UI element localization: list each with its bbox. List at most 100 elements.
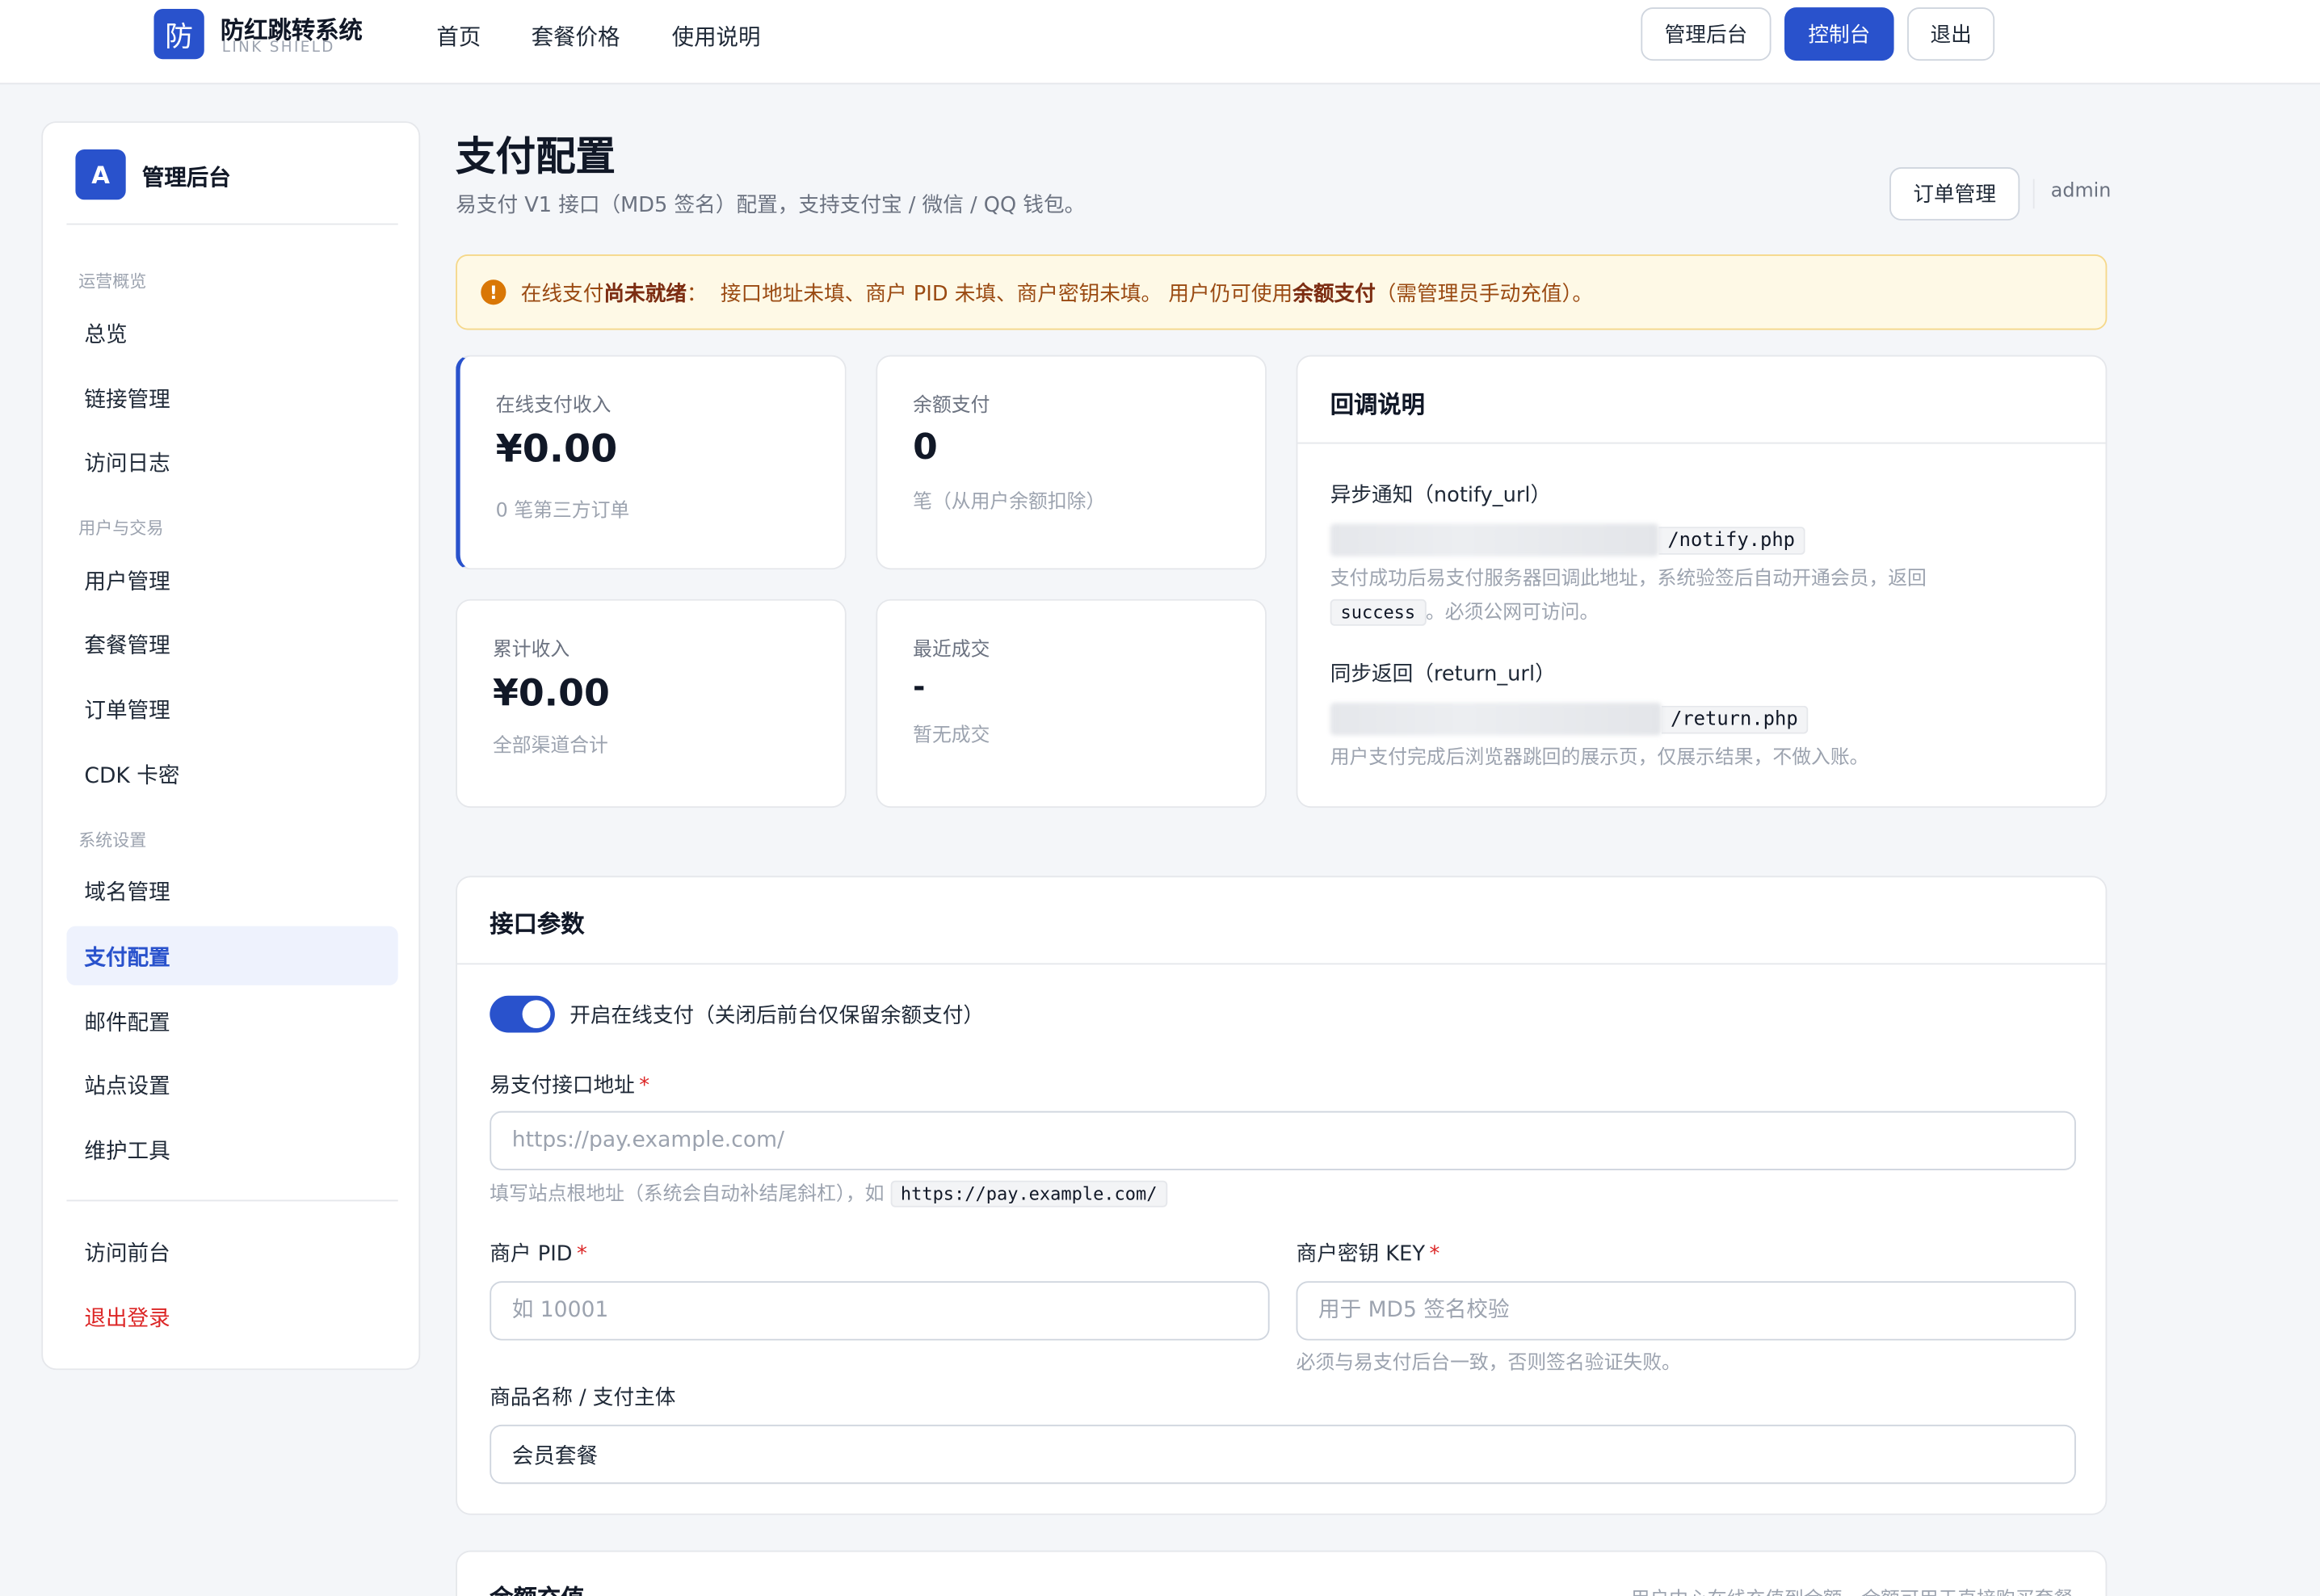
sidebar-item-payment[interactable]: 支付配置 bbox=[66, 926, 398, 985]
sidebar-item-cdk[interactable]: CDK 卡密 bbox=[66, 744, 397, 803]
label-text: 商户 PID bbox=[490, 1242, 573, 1266]
sidebar-group-system: 系统设置 bbox=[78, 830, 147, 851]
section-divider bbox=[456, 963, 2106, 965]
alert-text: （需管理员手动充值）。 bbox=[1375, 281, 1594, 306]
help-text: 填写站点根地址（系统会自动补结尾斜杠），如 bbox=[490, 1183, 885, 1206]
redacted-domain bbox=[1330, 523, 1659, 556]
alert-balance: 余额支付 bbox=[1292, 281, 1376, 306]
notify-path: /notify.php bbox=[1658, 526, 1805, 554]
sidebar-item-links[interactable]: 链接管理 bbox=[66, 368, 397, 427]
return-path: /return.php bbox=[1661, 704, 1809, 733]
toggle-knob bbox=[522, 1000, 551, 1029]
api-url-input[interactable] bbox=[490, 1111, 2076, 1170]
sidebar-item-tools[interactable]: 维护工具 bbox=[66, 1120, 397, 1179]
stat-value: - bbox=[913, 668, 926, 704]
return-url[interactable]: /return.php bbox=[1330, 703, 1809, 736]
admin-avatar: A bbox=[75, 149, 126, 200]
notify-url-label: 异步通知（notify_url） bbox=[1330, 483, 1552, 508]
notify-url[interactable]: /notify.php bbox=[1330, 523, 1805, 556]
sidebar-divider bbox=[66, 1199, 398, 1202]
key-help: 必须与易支付后台一致，否则签名验证失败。 bbox=[1296, 1352, 1681, 1375]
alert-status: 尚未就绪 bbox=[603, 281, 687, 306]
nav-pricing[interactable]: 套餐价格 bbox=[532, 21, 620, 52]
stat-label: 最近成交 bbox=[913, 639, 990, 662]
label-text: 商户密钥 KEY bbox=[1296, 1242, 1425, 1266]
sidebar-item-orders[interactable]: 订单管理 bbox=[66, 679, 397, 738]
sidebar-item-users[interactable]: 用户管理 bbox=[66, 550, 397, 609]
stat-note: 全部渠道合计 bbox=[492, 735, 608, 758]
admin-button[interactable]: 管理后台 bbox=[1641, 7, 1772, 61]
callback-title: 回调说明 bbox=[1330, 390, 1425, 419]
orders-button[interactable]: 订单管理 bbox=[1889, 166, 2020, 220]
api-params-card: 接口参数 开启在线支付（关闭后前台仅保留余额支付） 易支付接口地址* 填写站点根… bbox=[456, 876, 2108, 1515]
stat-note: 0 笔第三方订单 bbox=[495, 500, 630, 523]
balance-recharge-title: 余额充值 bbox=[490, 1578, 584, 1596]
api-url-help: 填写站点根地址（系统会自动补结尾斜杠），如 https://pay.exampl… bbox=[490, 1178, 1168, 1212]
sidebar-item-site[interactable]: 站点设置 bbox=[66, 1055, 397, 1114]
sidebar-item-overview[interactable]: 总览 bbox=[66, 303, 397, 362]
console-button[interactable]: 控制台 bbox=[1784, 7, 1894, 61]
product-name-input[interactable] bbox=[490, 1424, 2076, 1485]
stat-value: ¥0.00 bbox=[492, 671, 610, 715]
sidebar-item-frontend[interactable]: 访问前台 bbox=[66, 1222, 397, 1281]
payment-status-alert: ! 在线支付 尚未就绪： 接口地址未填、商户 PID 未填、商户密钥未填。 用户仍… bbox=[456, 254, 2108, 330]
sidebar-group-overview: 运营概览 bbox=[78, 271, 147, 292]
callback-card: 回调说明 异步通知（notify_url） /notify.php 支付成功后易… bbox=[1296, 355, 2108, 808]
return-help: 用户支付完成后浏览器跳回的展示页，仅展示结果，不做入账。 bbox=[1330, 747, 1869, 770]
page-title: 支付配置 bbox=[456, 134, 616, 181]
key-input[interactable] bbox=[1296, 1281, 2076, 1341]
brand-subtitle: LINK SHIELD bbox=[221, 40, 335, 57]
product-name-label: 商品名称 / 支付主体 bbox=[490, 1386, 676, 1410]
stat-card-online: 在线支付收入 ¥0.00 0 笔第三方订单 bbox=[456, 355, 847, 570]
stat-value: 0 bbox=[913, 426, 938, 468]
logout-button[interactable]: 退出 bbox=[1907, 7, 1995, 61]
nav-docs[interactable]: 使用说明 bbox=[672, 21, 761, 52]
redacted-domain bbox=[1330, 703, 1662, 736]
sidebar-title: 管理后台 bbox=[141, 164, 231, 191]
notify-help-text: 支付成功后易支付服务器回调此地址，系统验签后自动开通会员，返回 bbox=[1330, 568, 1927, 590]
sidebar-item-plans[interactable]: 套餐管理 bbox=[66, 614, 397, 673]
required-mark: * bbox=[577, 1242, 587, 1266]
required-mark: * bbox=[639, 1073, 650, 1098]
toggle-label: 开启在线支付（关闭后前台仅保留余额支付） bbox=[569, 1004, 985, 1029]
stat-note: 暂无成交 bbox=[913, 724, 990, 748]
sidebar-divider bbox=[66, 223, 398, 225]
return-url-label: 同步返回（return_url） bbox=[1330, 662, 1556, 687]
required-mark: * bbox=[1429, 1242, 1440, 1266]
nav-home[interactable]: 首页 bbox=[436, 21, 481, 52]
pid-input[interactable] bbox=[490, 1281, 1270, 1341]
stat-label: 余额支付 bbox=[913, 395, 990, 418]
notify-help-text: 。必须公网可访问。 bbox=[1425, 602, 1599, 624]
brand-logo[interactable]: 防 bbox=[153, 8, 204, 60]
api-url-label: 易支付接口地址 * bbox=[490, 1069, 649, 1099]
page-subtitle: 易支付 V1 接口（MD5 签名）配置，支持支付宝 / 微信 / QQ 钱包。 bbox=[456, 193, 1086, 218]
balance-recharge-card: 余额充值 用户中心在线充值到余额，余额可用于直接购买套餐 bbox=[456, 1550, 2108, 1596]
balance-recharge-note: 用户中心在线充值到余额，余额可用于直接购买套餐 bbox=[1631, 1583, 2074, 1596]
sidebar-group-users: 用户与交易 bbox=[78, 518, 164, 539]
key-label: 商户密钥 KEY * bbox=[1297, 1238, 1440, 1268]
stat-value: ¥0.00 bbox=[495, 427, 618, 472]
notify-help: 支付成功后易支付服务器回调此地址，系统验签后自动开通会员，返回 success 。必… bbox=[1330, 564, 2070, 630]
sidebar-item-domains[interactable]: 域名管理 bbox=[66, 861, 397, 920]
alert-text: 在线支付 bbox=[520, 281, 604, 306]
current-user: admin bbox=[2050, 180, 2112, 203]
section-divider bbox=[1297, 442, 2106, 444]
example-url-code: https://pay.example.com/ bbox=[890, 1180, 1168, 1208]
sidebar-item-signout[interactable]: 退出登录 bbox=[66, 1287, 397, 1346]
warning-icon: ! bbox=[481, 279, 506, 305]
stat-card-total: 累计收入 ¥0.00 全部渠道合计 bbox=[456, 598, 847, 808]
api-params-title: 接口参数 bbox=[490, 909, 585, 939]
stat-card-balance: 余额支付 0 笔（从用户余额扣除） bbox=[876, 355, 1267, 570]
sidebar-item-mail[interactable]: 邮件配置 bbox=[66, 991, 397, 1050]
success-code: success bbox=[1330, 598, 1426, 626]
online-payment-toggle[interactable] bbox=[490, 995, 555, 1033]
stat-note: 笔（从用户余额扣除） bbox=[913, 491, 1106, 514]
label-text: 易支付接口地址 bbox=[490, 1073, 635, 1098]
header-divider bbox=[2032, 178, 2035, 209]
pid-label: 商户 PID * bbox=[490, 1238, 587, 1268]
stat-card-recent: 最近成交 - 暂无成交 bbox=[876, 598, 1267, 808]
sidebar-item-logs[interactable]: 访问日志 bbox=[66, 432, 397, 491]
top-navbar: 防 防红跳转系统 LINK SHIELD 首页 套餐价格 使用说明 管理后台 控… bbox=[0, 0, 2320, 85]
sidebar: A 管理后台 运营概览 总览 链接管理 访问日志 用户与交易 用户管理 套餐管理… bbox=[41, 121, 421, 1371]
stat-label: 在线支付收入 bbox=[495, 395, 612, 418]
